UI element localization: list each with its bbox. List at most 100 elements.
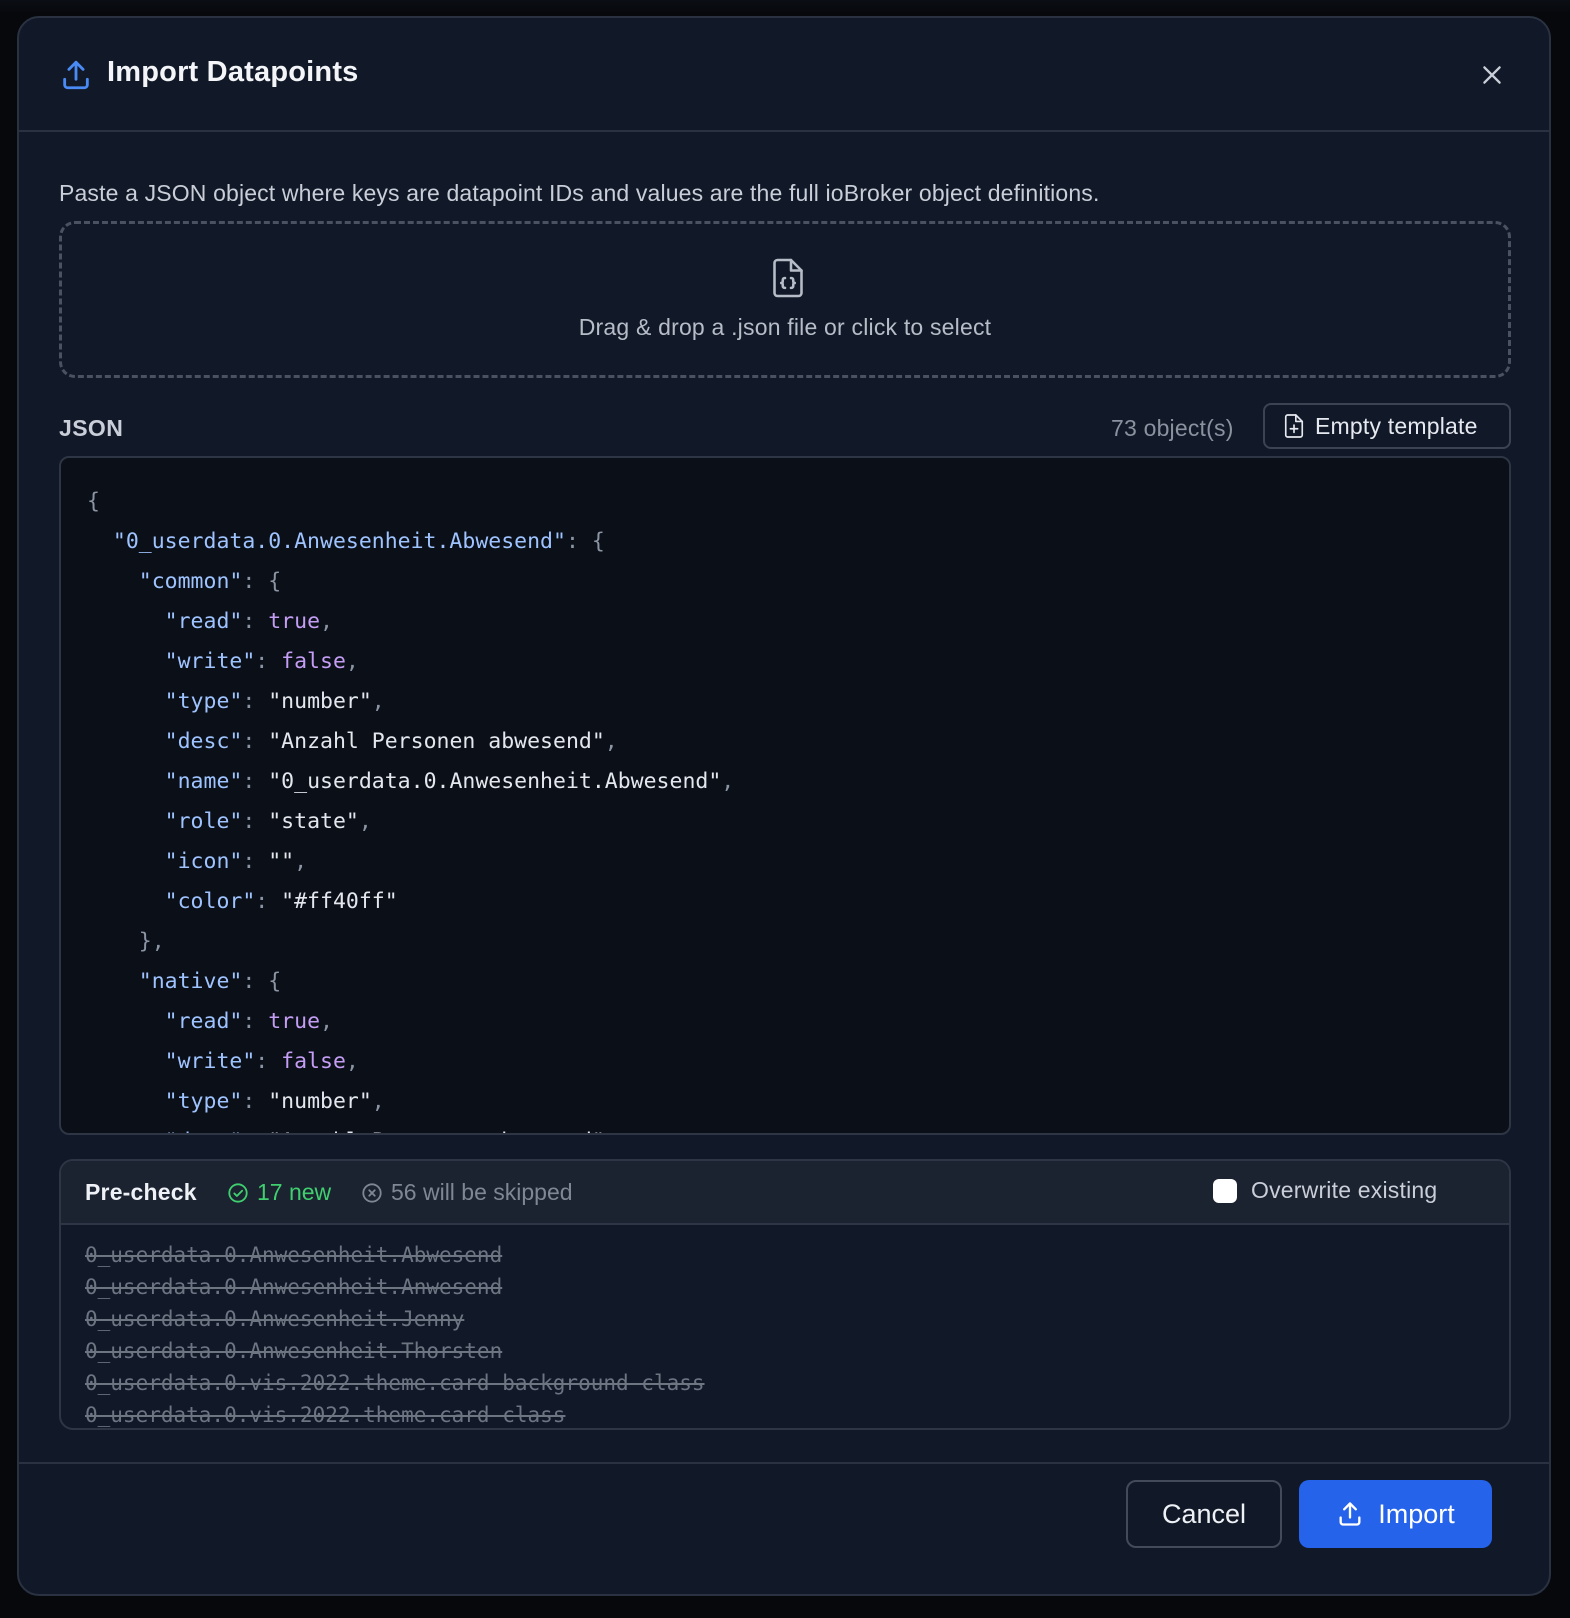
code-token: false (281, 649, 346, 674)
empty-template-button[interactable]: Empty template (1263, 403, 1511, 449)
code-token: : { (565, 529, 605, 554)
code-line: "desc": "Anzahl Personen abwesend", (87, 722, 734, 762)
code-token: "#ff40ff" (281, 889, 398, 914)
code-line: "role": "state", (87, 802, 734, 842)
json-code: { "0_userdata.0.Anwesenheit.Abwesend": {… (87, 482, 735, 1133)
code-token: : (242, 769, 269, 794)
code-token: "color" (164, 889, 256, 914)
import-button[interactable]: Import (1299, 1480, 1492, 1548)
cancel-button[interactable]: Cancel (1126, 1480, 1282, 1548)
code-token: false (281, 1049, 346, 1074)
code-token: "read" (164, 1009, 243, 1034)
code-line: "read": true, (87, 602, 734, 642)
close-button[interactable] (1475, 58, 1509, 92)
code-token: , (604, 729, 618, 754)
code-token: : { (242, 569, 282, 594)
code-token: "desc" (165, 1129, 243, 1133)
code-token: , (294, 849, 308, 874)
code-token: true (268, 609, 321, 634)
code-token: : { (242, 969, 282, 994)
code-token: "type" (164, 1089, 243, 1114)
code-token: "common" (138, 569, 243, 594)
precheck-panel: Pre-check 17 new 56 will be skipped Over… (59, 1159, 1511, 1430)
code-token: "number" (268, 1089, 372, 1114)
code-token: : (242, 809, 269, 834)
dialog-title: Import Datapoints (107, 56, 359, 88)
code-token: : (242, 1009, 269, 1034)
skipped-item: 0_userdata.0.vis.2022.theme.card-class (85, 1403, 566, 1427)
overwrite-existing-checkbox[interactable]: Overwrite existing (1213, 1177, 1437, 1204)
code-token: "state" (268, 809, 359, 834)
code-line: "common": { (87, 562, 734, 602)
code-line: "name": "0_userdata.0.Anwesenheit.Abwese… (87, 762, 735, 802)
close-icon (1483, 66, 1501, 84)
code-token: , (358, 809, 372, 834)
code-line: "type": "number", (87, 682, 734, 722)
skipped-item: 0_userdata.0.vis.2022.theme.card-backgro… (85, 1371, 705, 1395)
code-line: "native": { (87, 962, 734, 1002)
x-circle-icon (362, 1182, 382, 1203)
upload-icon (1339, 1502, 1361, 1526)
object-count: 73 object(s) (1111, 415, 1234, 441)
code-token: : (242, 729, 269, 754)
code-token: : (255, 649, 282, 674)
code-token: , (371, 1089, 385, 1114)
code-token: : (242, 689, 269, 714)
code-token: "native" (138, 969, 243, 994)
code-token: , (345, 649, 359, 674)
checkbox-box[interactable] (1213, 1178, 1237, 1203)
skipped-item: 0_userdata.0.Anwesenheit.Anwesend (85, 1275, 503, 1299)
json-editor[interactable]: { "0_userdata.0.Anwesenheit.Abwesend": {… (59, 456, 1511, 1135)
empty-template-label: Empty template (1315, 412, 1478, 439)
backdrop (0, 0, 1570, 14)
code-token: true (268, 1009, 321, 1034)
precheck-title: Pre-check (85, 1179, 197, 1205)
code-line: "write": false, (87, 642, 734, 682)
skipped-count-badge: 56 will be skipped (361, 1179, 573, 1206)
code-token: , (371, 689, 385, 714)
code-token: "read" (164, 609, 243, 634)
overwrite-existing-label: Overwrite existing (1251, 1177, 1438, 1203)
code-token: }, (87, 929, 165, 954)
skipped-item: 0_userdata.0.Anwesenheit.Abwesend (85, 1243, 503, 1267)
code-token: "write" (164, 1049, 256, 1074)
code-line: "type": "number", (87, 1082, 734, 1122)
code-token: "write" (164, 649, 256, 674)
code-token: "role" (164, 809, 243, 834)
skipped-item: 0_userdata.0.Anwesenheit.Thorsten (85, 1339, 503, 1363)
file-dropzone[interactable]: Drag & drop a .json file or click to sel… (59, 221, 1511, 378)
code-token: { (87, 489, 100, 514)
code-line: { (87, 482, 734, 522)
code-token: , (320, 609, 333, 634)
code-token: : (255, 1049, 282, 1074)
dropzone-text: Drag & drop a .json file or click to sel… (578, 314, 992, 340)
code-token: "" (268, 849, 295, 874)
code-token: , (345, 1049, 359, 1074)
code-token: : (242, 849, 269, 874)
code-token: : (255, 889, 282, 914)
new-count-badge: 17 new (227, 1179, 331, 1206)
check-circle-icon (228, 1182, 248, 1203)
dialog-description: Paste a JSON object where keys are datap… (59, 180, 1100, 206)
skipped-item: 0_userdata.0.Anwesenheit.Jenny (85, 1307, 465, 1331)
code-line: "write": false, (87, 1042, 734, 1082)
code-token: "Anzahl Personen abwesend" (268, 1129, 605, 1133)
code-token: "Anzahl Personen abwesend" (268, 729, 605, 754)
code-token: "icon" (164, 849, 243, 874)
import-label: Import (1378, 1498, 1455, 1529)
code-line: "desc": "Anzahl Personen abwesend", (87, 1122, 734, 1133)
code-token: "name" (164, 769, 243, 794)
import-dialog: Import Datapoints Paste a JSON object wh… (17, 16, 1551, 1596)
